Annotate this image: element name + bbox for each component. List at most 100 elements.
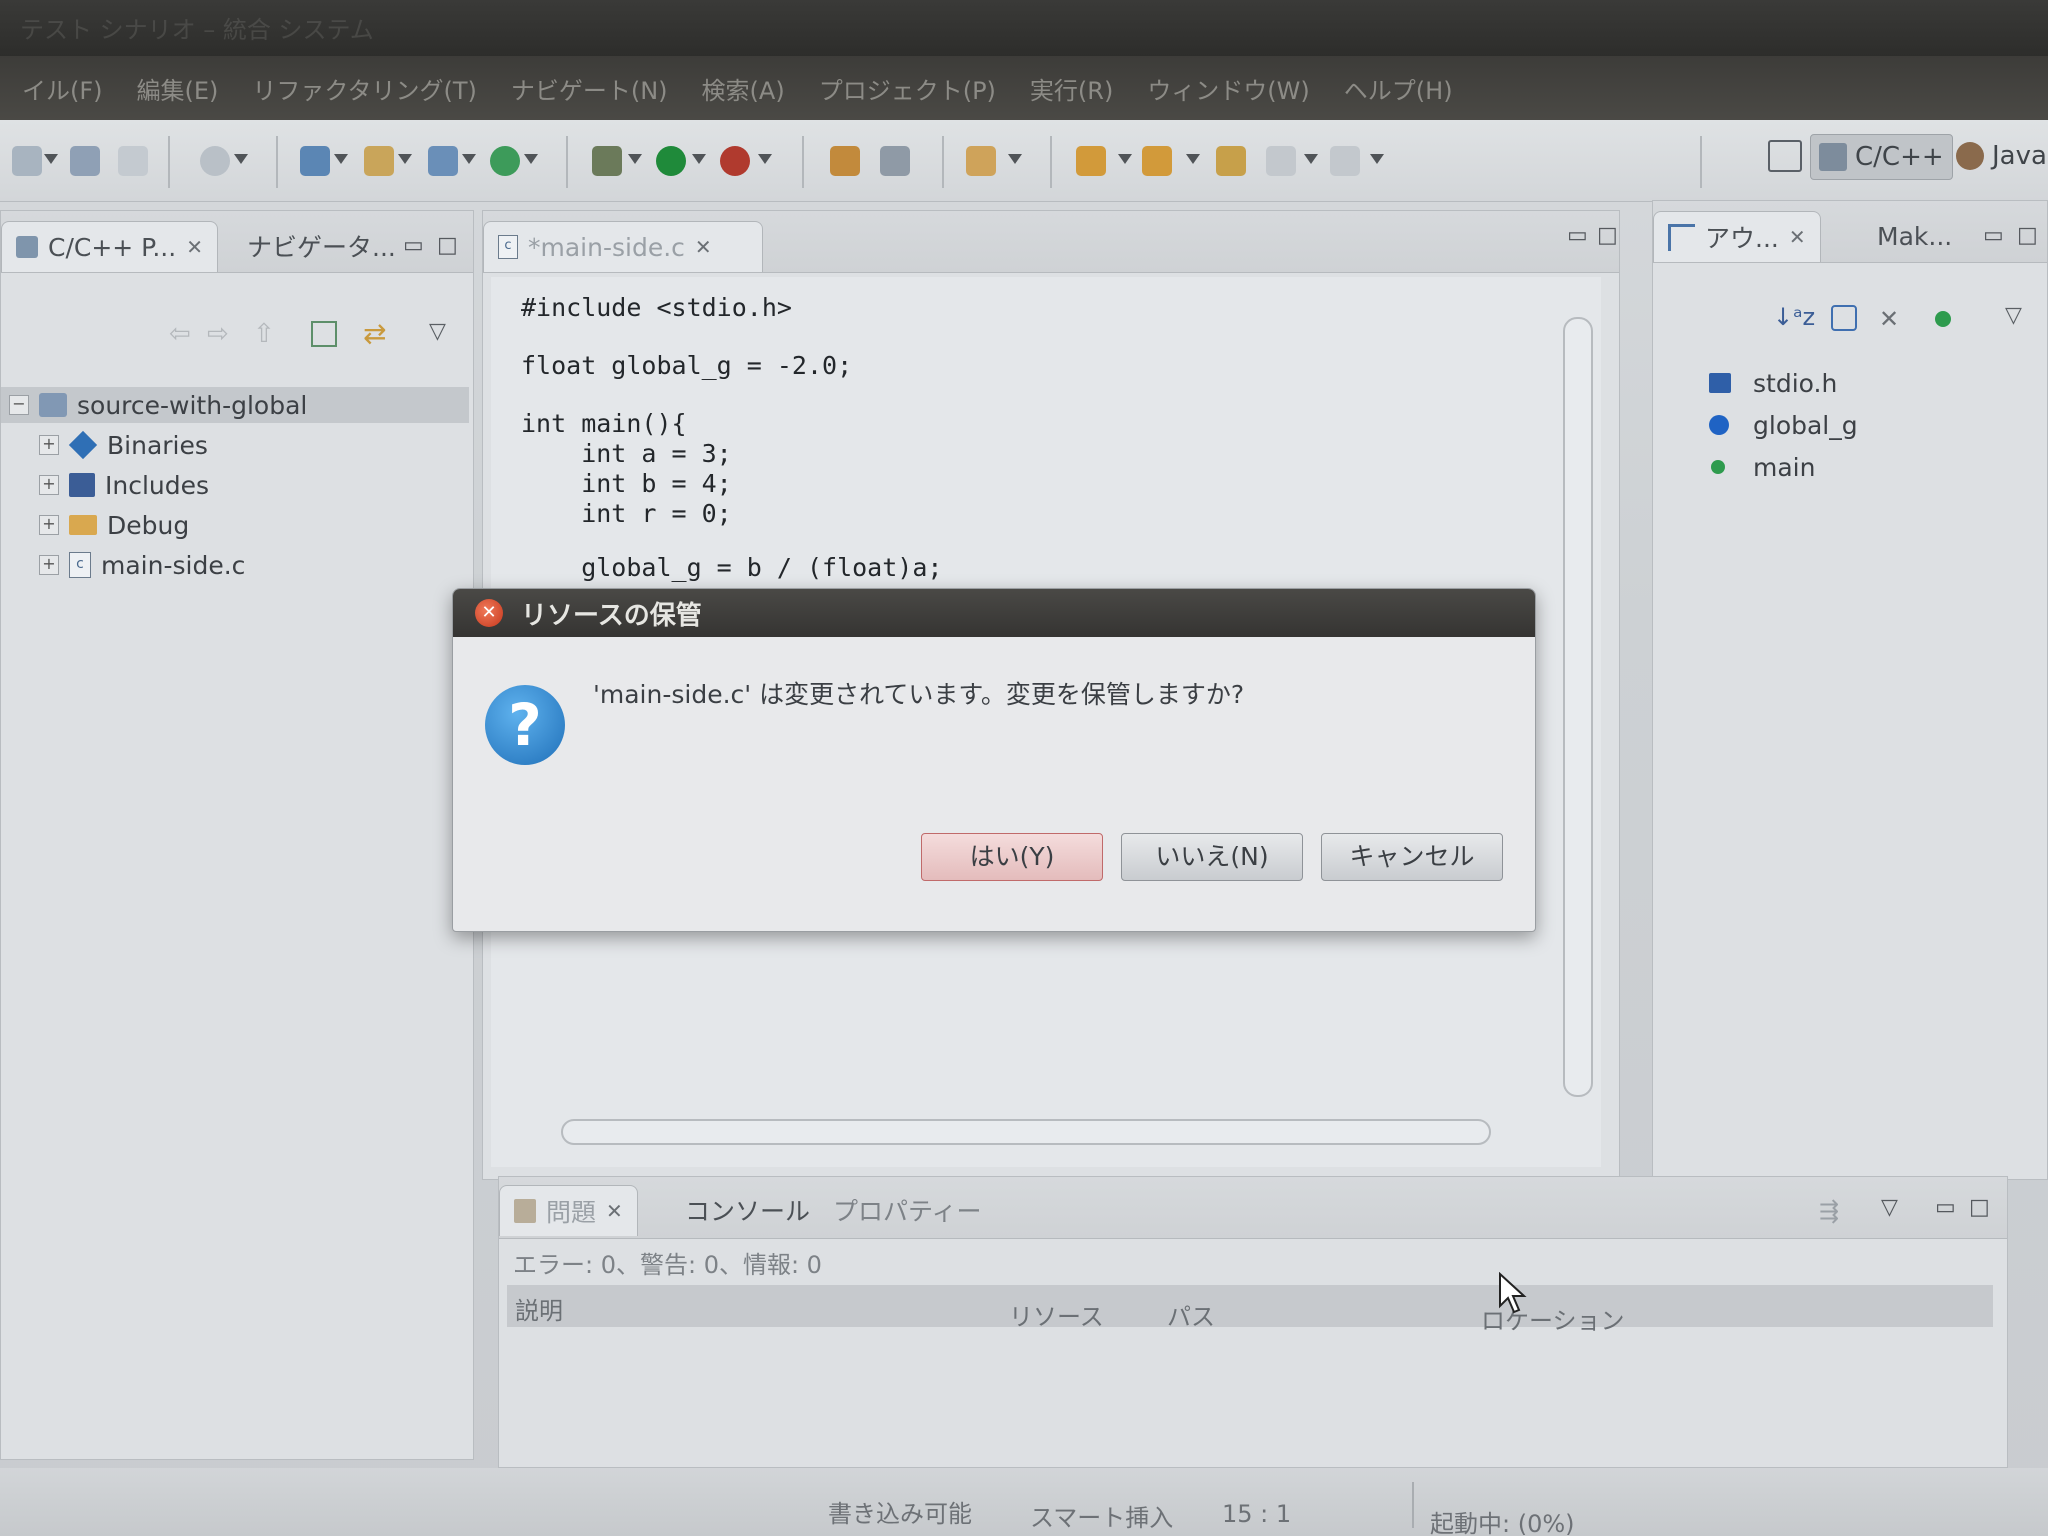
hide-static-icon[interactable]: ✕ — [1879, 305, 1899, 333]
chevron-down-icon[interactable] — [1186, 154, 1200, 164]
menu-edit[interactable]: 編集(E) — [123, 71, 233, 106]
open-folder-icon[interactable] — [966, 146, 996, 176]
link-with-editor-icon[interactable]: ⇄ — [363, 317, 386, 350]
maximize-icon[interactable]: □ — [437, 233, 458, 258]
chevron-down-icon[interactable] — [1008, 154, 1022, 164]
previous-annotation-icon[interactable] — [1142, 146, 1172, 176]
forward-icon[interactable]: ⇨ — [207, 319, 229, 349]
tab-problems[interactable]: 問題 ✕ — [499, 1185, 638, 1236]
new-project-icon[interactable] — [300, 146, 330, 176]
tree-item[interactable]: + Debug — [39, 507, 189, 543]
collapse-toggle[interactable]: − — [9, 395, 29, 415]
editor-vertical-scrollbar[interactable] — [1563, 317, 1593, 1097]
close-icon[interactable]: ✕ — [475, 599, 503, 627]
last-edit-icon[interactable] — [1216, 146, 1246, 176]
editor-horizontal-scrollbar[interactable] — [561, 1119, 1491, 1145]
chevron-down-icon[interactable] — [524, 154, 538, 164]
save-all-icon[interactable] — [118, 146, 148, 176]
menu-project[interactable]: プロジェクト(P) — [805, 71, 1010, 106]
maximize-icon[interactable]: □ — [1969, 1195, 1990, 1220]
perspective-java[interactable]: Java — [1948, 134, 2048, 178]
menu-navigate[interactable]: ナビゲート(N) — [497, 71, 682, 106]
chevron-down-icon[interactable] — [1118, 154, 1132, 164]
minimize-icon[interactable]: ▭ — [403, 233, 424, 258]
chevron-down-icon[interactable] — [758, 154, 772, 164]
menu-refactor[interactable]: リファクタリング(T) — [238, 71, 490, 106]
chevron-down-icon[interactable] — [692, 154, 706, 164]
view-menu-icon[interactable]: ▽ — [2005, 303, 2022, 328]
close-icon[interactable]: ✕ — [695, 235, 712, 259]
collapse-all-icon[interactable] — [311, 321, 337, 347]
external-tools-icon[interactable] — [720, 146, 750, 176]
open-perspective-button[interactable] — [1760, 134, 1810, 178]
close-icon[interactable]: ✕ — [1789, 225, 1806, 249]
chevron-down-icon[interactable] — [1370, 154, 1384, 164]
build-icon[interactable] — [200, 146, 230, 176]
expand-toggle[interactable]: + — [39, 555, 59, 575]
outline-item[interactable]: global_g — [1709, 407, 1858, 443]
tab-make-targets[interactable]: Mak... — [1863, 211, 1966, 261]
new-icon[interactable] — [12, 146, 42, 176]
tab-main-side-c[interactable]: c *main-side.c ✕ — [483, 221, 763, 272]
column-header-description[interactable]: 説明 — [515, 1291, 563, 1326]
tab-console[interactable]: コンソール — [671, 1185, 824, 1235]
minimize-icon[interactable]: ▭ — [1935, 1195, 1956, 1220]
outline-item[interactable]: main — [1711, 449, 1815, 485]
expand-toggle[interactable]: + — [39, 435, 59, 455]
chevron-down-icon[interactable] — [1304, 154, 1318, 164]
menu-run[interactable]: 実行(R) — [1016, 71, 1127, 106]
next-annotation-icon[interactable] — [1076, 146, 1106, 176]
tab-properties[interactable]: プロパティー — [819, 1185, 996, 1235]
tab-outline[interactable]: アウ... ✕ — [1653, 211, 1821, 262]
expand-toggle[interactable]: + — [39, 475, 59, 495]
chevron-down-icon[interactable] — [234, 154, 248, 164]
search-icon[interactable] — [880, 146, 910, 176]
close-icon[interactable]: ✕ — [606, 1199, 623, 1223]
tree-item[interactable]: + c main-side.c — [39, 547, 245, 583]
new-c-file-icon[interactable] — [428, 146, 458, 176]
up-icon[interactable]: ⇧ — [253, 319, 275, 349]
new-folder-icon[interactable] — [364, 146, 394, 176]
tree-item[interactable]: + Includes — [39, 467, 209, 503]
tab-project-explorer[interactable]: C/C++ P... ✕ — [1, 221, 218, 272]
chevron-down-icon[interactable] — [398, 154, 412, 164]
chevron-down-icon[interactable] — [462, 154, 476, 164]
menu-search[interactable]: 検索(A) — [688, 71, 799, 106]
filter-icon[interactable]: ⇶ — [1819, 1197, 1839, 1225]
tree-root-row[interactable]: − source-with-global — [1, 387, 469, 423]
menu-window[interactable]: ウィンドウ(W) — [1133, 71, 1323, 106]
hide-fields-icon[interactable] — [1831, 305, 1857, 331]
tree-item[interactable]: + Binaries — [39, 427, 208, 463]
expand-toggle[interactable]: + — [39, 515, 59, 535]
close-icon[interactable]: ✕ — [186, 235, 203, 259]
cancel-button[interactable]: キャンセル — [1321, 833, 1503, 881]
sort-icon[interactable]: ↓ᵃz — [1773, 303, 1815, 331]
no-button[interactable]: いいえ(N) — [1121, 833, 1303, 881]
column-header-path[interactable]: パス — [1167, 1297, 1215, 1332]
outline-item[interactable]: stdio.h — [1709, 365, 1837, 401]
save-icon[interactable] — [70, 146, 100, 176]
back-icon[interactable]: ⇦ — [169, 319, 191, 349]
menu-file[interactable]: イル(F) — [8, 71, 117, 106]
forward-icon[interactable] — [1330, 146, 1360, 176]
debug-icon[interactable] — [592, 146, 622, 176]
new-class-icon[interactable] — [490, 146, 520, 176]
column-header-resource[interactable]: リソース — [1009, 1297, 1104, 1332]
hide-non-public-icon[interactable] — [1935, 311, 1951, 327]
minimize-icon[interactable]: ▭ — [1983, 223, 2004, 248]
maximize-icon[interactable]: □ — [1597, 223, 1618, 248]
run-icon[interactable] — [656, 146, 686, 176]
view-menu-icon[interactable]: ▽ — [1881, 1195, 1898, 1220]
chevron-down-icon[interactable] — [628, 154, 642, 164]
yes-button[interactable]: はい(Y) — [921, 833, 1103, 881]
menu-help[interactable]: ヘルプ(H) — [1330, 71, 1467, 106]
tab-navigator[interactable]: ナビゲータ... — [233, 221, 410, 271]
back-icon[interactable] — [1266, 146, 1296, 176]
chevron-down-icon[interactable] — [44, 154, 58, 164]
view-menu-icon[interactable]: ▽ — [429, 319, 446, 344]
perspective-cpp[interactable]: C/C++ — [1810, 134, 1953, 180]
minimize-icon[interactable]: ▭ — [1567, 223, 1588, 248]
chevron-down-icon[interactable] — [334, 154, 348, 164]
maximize-icon[interactable]: □ — [2017, 223, 2038, 248]
open-type-icon[interactable] — [830, 146, 860, 176]
